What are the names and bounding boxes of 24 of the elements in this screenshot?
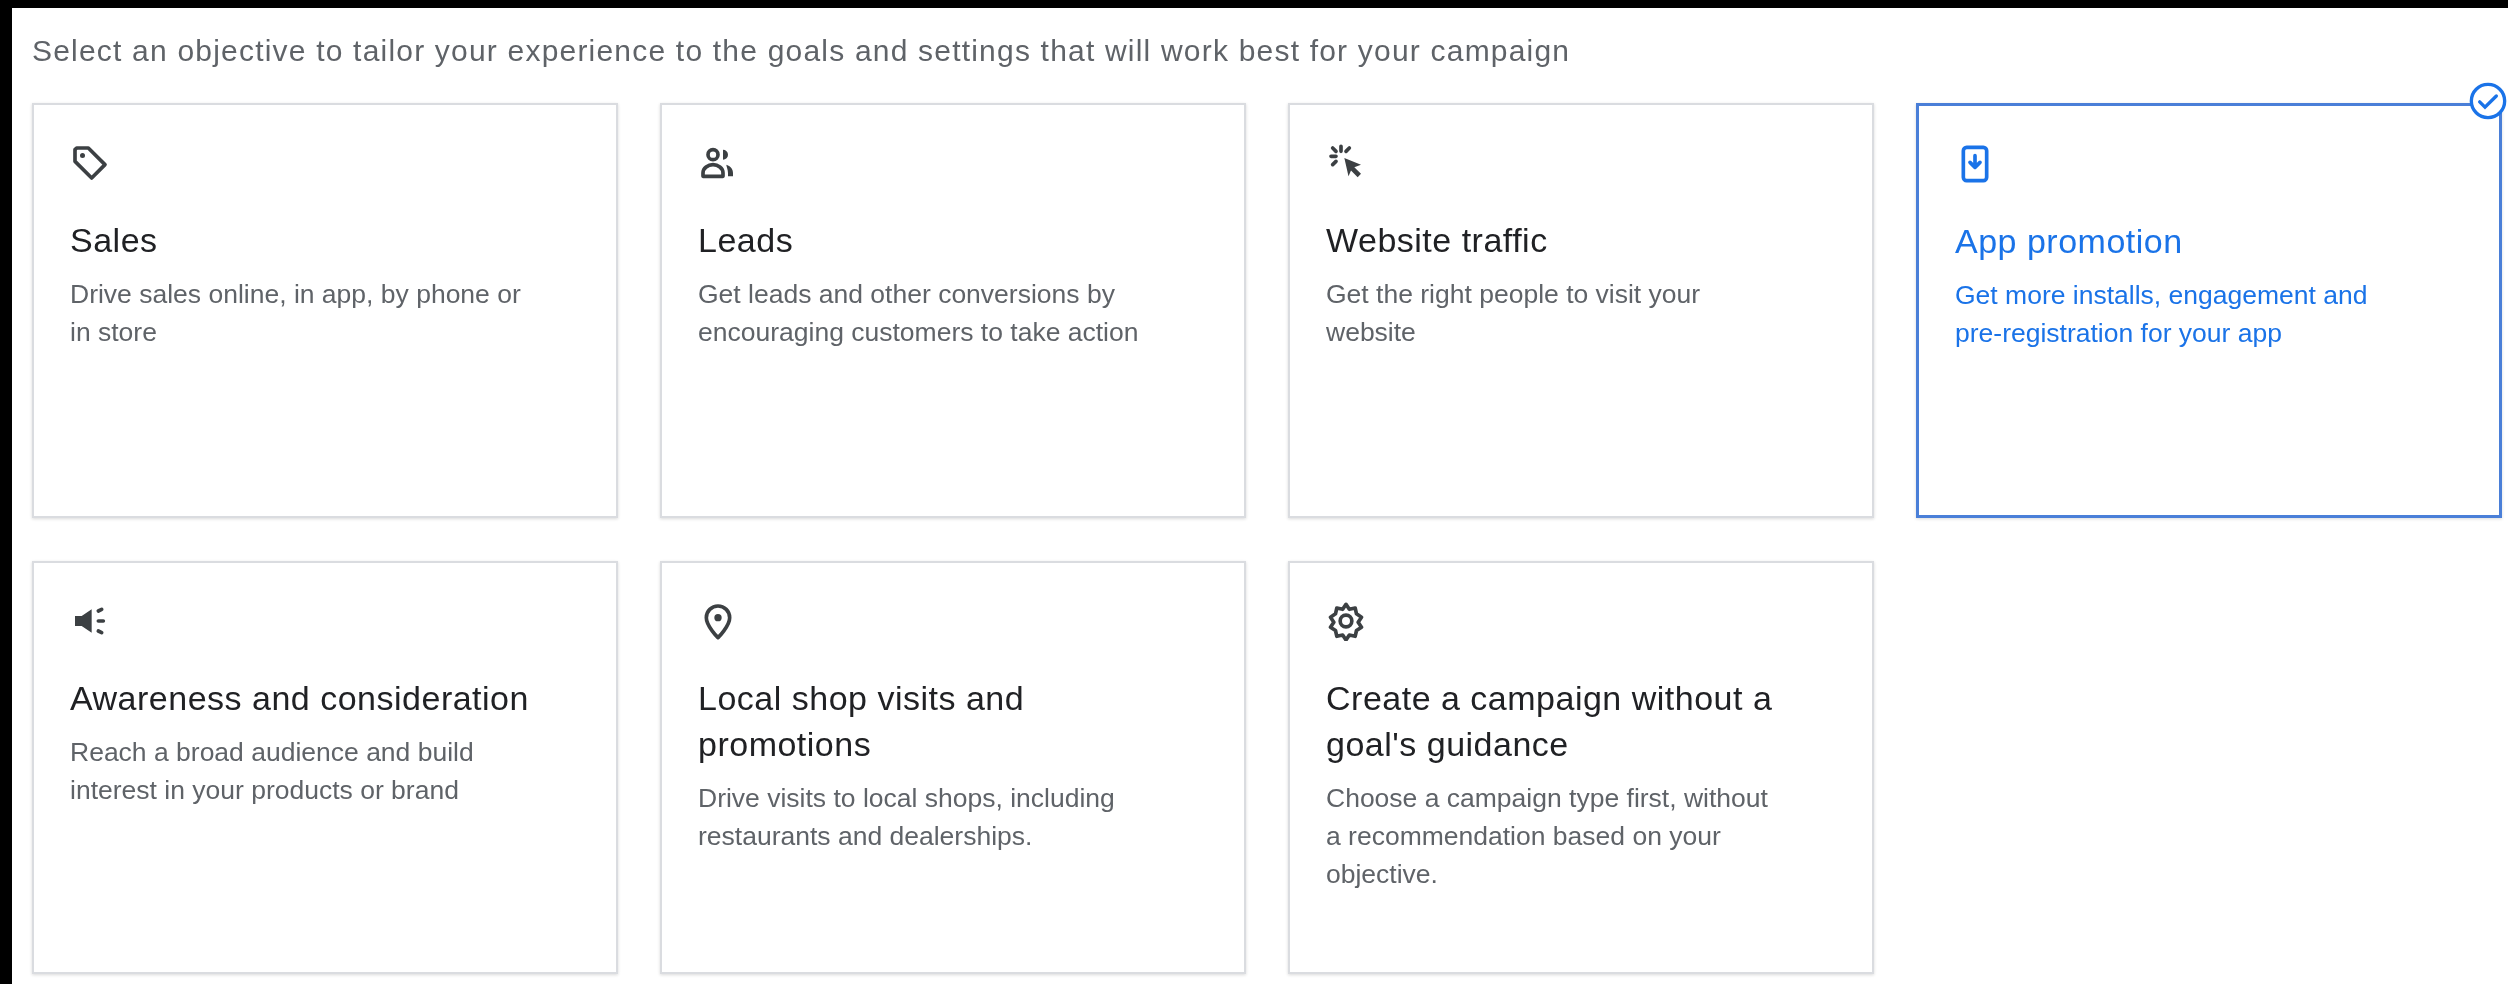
card-description: Drive sales online, in app, by phone or in store — [70, 278, 522, 349]
card-description: Get the right people to visit your website — [1326, 278, 1702, 349]
objective-card[interactable]: Website traffic Get the right people to visit your website — [1288, 103, 1874, 518]
card-title: Website traffic — [1326, 220, 1549, 261]
objective-card[interactable]: Awareness and consideration Reach a broad audience and build interest in your products or brand — [32, 561, 618, 974]
gear-icon — [1326, 601, 1366, 641]
objective-card[interactable]: Create a campaign without a goal's guidance Choose a campaign type first, without a recommendation based on your objective. — [1288, 561, 1874, 974]
objective-card[interactable]: Local shop visits and promotions Drive visits to local shops, including restaurants and dealerships. — [660, 561, 1246, 974]
card-description: Reach a broad audience and build interest in your products or brand — [70, 736, 475, 807]
instruction-text: Select an objective to tailor your experience to the goals and settings that will work best for your campaign — [32, 33, 1571, 69]
card-title: Leads — [698, 220, 795, 261]
objective-card[interactable]: App promotion Get more installs, engagement and pre-registration for your app — [1916, 103, 2502, 518]
card-description: Get leads and other conversions by encouraging customers to take action — [698, 278, 1140, 349]
card-title: Local shop visits and promotions — [698, 678, 1026, 765]
tag-icon — [70, 143, 110, 183]
card-title: Sales — [70, 220, 159, 261]
objective-card[interactable]: Sales Drive sales online, in app, by phone or in store — [32, 103, 618, 518]
card-title: Create a campaign without a goal's guidance — [1326, 678, 1774, 765]
card-description: Drive visits to local shops, including restaurants and dealerships. — [698, 782, 1116, 853]
card-title: Awareness and consideration — [70, 678, 530, 719]
card-title: App promotion — [1955, 221, 2184, 262]
card-description: Choose a campaign type first, without a recommendation based on your objective. — [1326, 782, 1769, 891]
card-description: Get more installs, engagement and pre-registration for your app — [1955, 279, 2369, 350]
objective-card[interactable]: Leads Get leads and other conversions by encouraging customers to take action — [660, 103, 1246, 518]
